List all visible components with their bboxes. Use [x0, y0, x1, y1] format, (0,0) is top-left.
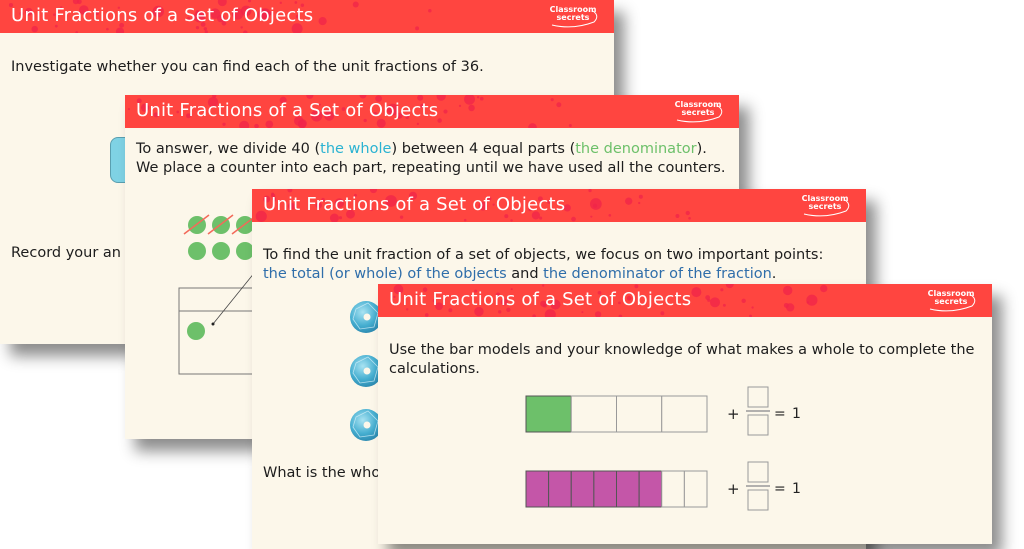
- logo-swirl: [551, 10, 598, 28]
- question-text: What is the who: [263, 465, 381, 481]
- header-dot: [352, 1, 359, 8]
- logo-swirl-path: [551, 10, 598, 28]
- bar-part-empty: [661, 470, 685, 508]
- bar-part-shaded: [548, 470, 572, 508]
- plus-sign: +: [727, 480, 740, 498]
- bar-part-empty: [683, 470, 708, 508]
- record-answer-text: Record your an: [11, 245, 121, 261]
- equals-sign: =: [774, 406, 786, 422]
- header-dot: [243, 30, 248, 33]
- header-dot: [204, 30, 208, 33]
- bar-part-shaded: [616, 470, 640, 508]
- header-dot: [115, 27, 125, 33]
- plus-sign: +: [727, 405, 740, 423]
- slide-header: Unit Fractions of a Set of Objects Class…: [0, 0, 614, 33]
- result-value: 1: [792, 481, 801, 497]
- bar-models: + = 1 + = 1: [525, 386, 801, 511]
- header-dot: [240, 26, 243, 29]
- header-dot: [248, 0, 252, 3]
- header-dot: [75, 31, 79, 33]
- header-dot: [31, 25, 38, 33]
- classroom-secrets-logo: Classroom secrets: [546, 6, 600, 28]
- equals-sign: =: [774, 481, 786, 497]
- sequin-hole: [363, 421, 371, 429]
- header-dot: [195, 26, 200, 30]
- bar-part-shaded: [570, 470, 595, 508]
- numerator-input-box[interactable]: [747, 386, 769, 408]
- header-dot: [279, 1, 282, 5]
- header-dot: [415, 26, 420, 31]
- bar-part-shaded: [525, 395, 572, 433]
- result-value: 1: [792, 406, 801, 422]
- counter: [188, 242, 206, 260]
- header-dot: [203, 27, 208, 31]
- slide-title: Unit Fractions of a Set of Objects: [11, 5, 314, 26]
- header-dot: [106, 27, 109, 31]
- denominator-input-box[interactable]: [747, 414, 769, 436]
- slide-body-text: Investigate whether you can find each of…: [11, 59, 484, 75]
- header-dot: [294, 1, 298, 4]
- sequin-hole: [363, 367, 371, 375]
- header-dot: [428, 8, 432, 13]
- bar-part-shaded: [593, 470, 617, 508]
- counter-rows: [183, 214, 258, 260]
- bar-part-shaded: [638, 470, 663, 508]
- bar-part-shaded: [525, 470, 550, 508]
- bar-part-empty: [570, 395, 617, 433]
- bar-part-empty: [616, 395, 663, 433]
- denominator-input-box[interactable]: [747, 489, 769, 511]
- slide-4[interactable]: Unit Fractions of a Set of Objects Class…: [378, 284, 992, 544]
- header-dot: [318, 17, 327, 26]
- numerator-input-box[interactable]: [747, 461, 769, 483]
- bar-part-empty: [661, 395, 708, 433]
- arrow-head: [211, 322, 215, 326]
- placed-counter: [187, 322, 205, 340]
- sequin-hole: [363, 313, 371, 321]
- counter: [212, 242, 230, 260]
